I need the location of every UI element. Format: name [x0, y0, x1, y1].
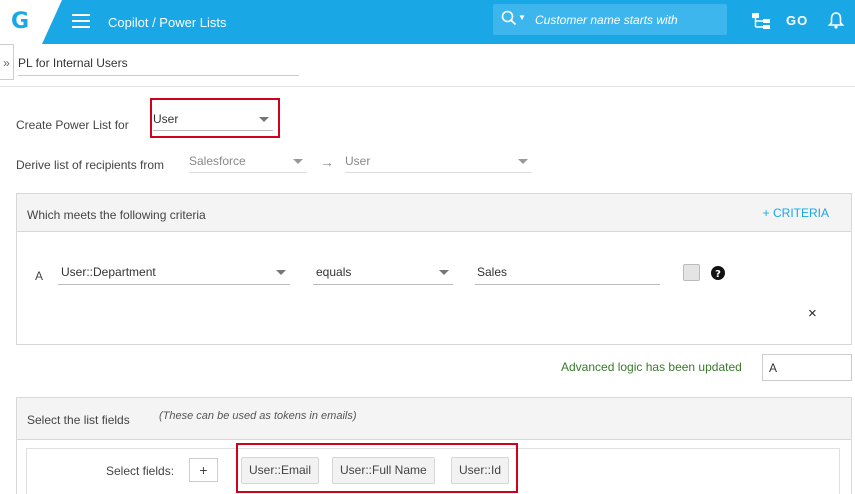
criteria-panel-header: Which meets the following criteria + CRI… — [17, 194, 851, 232]
derive-target-select[interactable]: User — [345, 154, 532, 173]
arrow-right-icon: → — [320, 154, 334, 170]
top-bar: G Copilot / Power Lists ▼ Customer name … — [0, 0, 855, 44]
field-chip-id[interactable]: User::Id — [451, 457, 510, 484]
criteria-operator-value: equals — [316, 265, 352, 279]
remove-criteria-icon[interactable]: × — [808, 305, 817, 322]
criteria-operator-select[interactable]: equals — [313, 265, 453, 285]
help-icon[interactable]: ? — [711, 266, 725, 280]
search-scope-caret-icon[interactable]: ▼ — [518, 13, 526, 22]
list-fields-subtitle: (These can be used as tokens in emails) — [159, 410, 357, 422]
search-icon — [501, 10, 517, 26]
add-field-button[interactable]: + — [189, 458, 218, 482]
criteria-value-text: Sales — [477, 265, 508, 279]
chevron-down-icon — [439, 270, 449, 275]
derive-label: Derive list of recipients from — [16, 158, 165, 172]
expand-panel-button[interactable]: » — [0, 44, 14, 80]
criteria-title: Which meets the following criteria — [27, 208, 206, 222]
power-list-name-input[interactable]: PL for Internal Users — [18, 56, 299, 76]
derive-source-value: Salesforce — [189, 154, 246, 168]
derive-source-select[interactable]: Salesforce — [189, 154, 307, 173]
criteria-row-letter: A — [35, 269, 44, 283]
logo-letter: G — [11, 9, 30, 34]
chevron-down-icon — [259, 117, 269, 122]
create-for-select-value: User — [153, 112, 179, 126]
breadcrumb: Copilot / Power Lists — [108, 15, 227, 30]
criteria-field-value: User::Department — [61, 265, 156, 279]
global-search[interactable]: ▼ Customer name starts with — [493, 4, 727, 35]
help-glyph: ? — [715, 269, 721, 280]
criteria-value-input[interactable]: Sales — [475, 265, 660, 285]
create-for-select[interactable]: User — [153, 112, 273, 131]
logo[interactable]: G — [0, 0, 62, 44]
list-fields-title: Select the list fields — [27, 413, 130, 427]
chevron-down-icon — [518, 159, 528, 164]
header-divider — [0, 86, 855, 87]
derive-target-value: User — [345, 154, 371, 168]
criteria-field-select[interactable]: User::Department — [58, 265, 290, 285]
field-chip-full-name[interactable]: User::Full Name — [332, 457, 435, 484]
create-for-label: Create Power List for — [16, 118, 129, 132]
chevron-down-icon — [276, 270, 286, 275]
add-criteria-link[interactable]: + CRITERIA — [763, 206, 829, 220]
list-fields-panel-header: Select the list fields — [17, 398, 851, 440]
bell-icon[interactable] — [828, 11, 844, 29]
menu-icon[interactable] — [72, 14, 90, 28]
advanced-logic-message: Advanced logic has been updated — [561, 360, 742, 374]
field-chip-email[interactable]: User::Email — [241, 457, 320, 484]
go-button[interactable]: GO — [786, 13, 808, 28]
logo-tile-shape — [0, 0, 62, 44]
chevron-down-icon — [293, 159, 303, 164]
advanced-logic-input[interactable]: A — [762, 354, 852, 381]
search-input[interactable]: Customer name starts with — [535, 13, 678, 27]
select-fields-label: Select fields: — [106, 464, 175, 478]
hierarchy-icon[interactable] — [751, 12, 771, 30]
criteria-checkbox[interactable] — [683, 264, 700, 281]
